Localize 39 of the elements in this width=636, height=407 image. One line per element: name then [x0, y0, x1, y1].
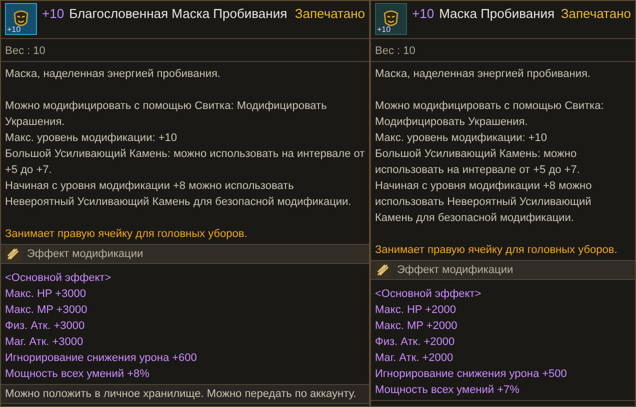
slot-note: Занимает правую ячейку для головных уборов. — [375, 243, 618, 258]
item-detail: Начиная с уровня модификации +8 можно использовать Невероятный Усиливающий Камень для безопасной модификации. — [375, 179, 593, 226]
effect-line: <Основной эффект> — [375, 287, 482, 302]
item-detail: Можно модифицировать с помощью Свитка: Модифицировать Украшения. — [375, 99, 605, 130]
item-description: Маска, наделенная энергией пробивания. — [375, 67, 592, 82]
effect-line: Физ. Атк. +3000 — [5, 319, 86, 334]
enhance-label: +10 — [7, 26, 21, 34]
item-detail: Начиная с уровня модификации +8 можно использовать Невероятный Усиливающий Камень для безопасной модификации. — [5, 179, 352, 210]
effect-line: Макс. MP +2000 — [375, 319, 458, 334]
effect-line: Макс. MP +3000 — [5, 303, 88, 318]
effect-line: Мощность всех умений +8% — [5, 367, 150, 382]
item-description: Маска, наделенная энергией пробивания. — [5, 67, 222, 82]
item-weight: Вес : 10 — [1, 39, 369, 62]
effect-header-text: Эффект модификации — [27, 248, 144, 260]
sealed-status: Запечатано — [294, 6, 365, 21]
effect-line: Маг. Атк. +3000 — [5, 335, 84, 350]
item-name: Маска Пробивания — [439, 6, 555, 21]
enhance-level: +10 — [42, 6, 64, 21]
slot-note: Занимает правую ячейку для головных уборов. — [5, 227, 248, 242]
effect-line: Макс. HP +3000 — [5, 287, 87, 302]
effect-line: Физ. Атк. +2000 — [375, 335, 456, 350]
enhance-level: +10 — [412, 6, 434, 21]
effect-line: Маг. Атк. +2000 — [375, 351, 454, 366]
item-detail: Можно модифицировать с помощью Свитка: Модифицировать Украшения. — [5, 99, 328, 130]
effect-line: Макс. HP +2000 — [375, 303, 457, 318]
effect-line: Игнорирование снижения урона +500 — [375, 367, 568, 382]
effect-line: <Основной эффект> — [5, 271, 112, 286]
item-footer: Можно положить в личное хранилище. Можно передать по аккаунту. — [1, 385, 369, 404]
item-detail: Макс. уровень модификации: +10 — [375, 131, 548, 146]
item-detail: Большой Усиливающий Камень: можно использовать на интервале от +5 до +7. — [5, 147, 365, 178]
effect-line: Игнорирование снижения урона +600 — [5, 351, 198, 366]
enhance-label: +10 — [377, 26, 391, 34]
item-detail: Макс. уровень модификации: +10 — [5, 131, 178, 146]
sealed-status: Запечатано — [560, 6, 631, 21]
item-name: Благословенная Маска Пробивания — [69, 6, 288, 21]
effect-line: Мощность всех умений +7% — [375, 383, 520, 398]
effect-header-text: Эффект модификации — [397, 264, 514, 276]
item-detail: Большой Усиливающий Камень: можно использовать на интервале от +5 до +7. — [375, 147, 581, 178]
item-weight: Вес : 10 — [371, 39, 635, 62]
